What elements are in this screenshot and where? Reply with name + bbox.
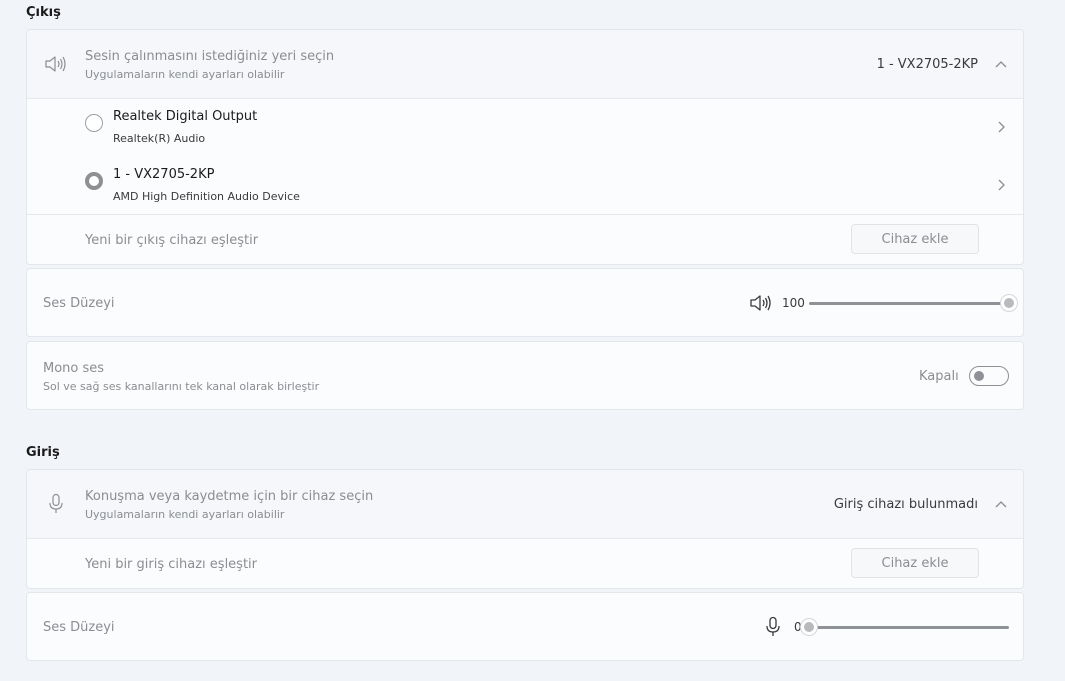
input-volume-card: Ses Düzeyi 0 xyxy=(26,592,1024,661)
input-device-picker[interactable]: Konuşma veya kaydetme için bir cihaz seç… xyxy=(27,470,1023,538)
chevron-right-icon[interactable] xyxy=(995,121,1007,133)
device-radio[interactable] xyxy=(85,114,103,132)
input-device-card: Konuşma veya kaydetme için bir cihaz seç… xyxy=(26,469,1024,589)
mono-audio-subtitle: Sol ve sağ ses kanallarını tek kanal ola… xyxy=(43,380,320,393)
add-output-device-button[interactable]: Cihaz ekle xyxy=(851,224,979,254)
output-volume-label: Ses Düzeyi xyxy=(43,296,115,311)
microphone-icon xyxy=(49,493,63,513)
speaker-icon xyxy=(45,56,66,72)
output-volume-value: 100 xyxy=(782,296,805,310)
output-device-picker[interactable]: Sesin çalınmasını istediğiniz yeri seçin… xyxy=(27,30,1023,98)
output-section-title: Çıkış xyxy=(26,5,61,20)
device-name: 1 - VX2705-2KP xyxy=(113,167,215,182)
input-picker-title: Konuşma veya kaydetme için bir cihaz seç… xyxy=(85,489,374,504)
input-picker-subtitle: Uygulamaların kendi ayarları olabilir xyxy=(85,508,285,521)
mono-audio-state: Kapalı xyxy=(919,369,959,384)
mono-audio-toggle[interactable] xyxy=(969,366,1009,386)
chevron-up-icon[interactable] xyxy=(995,59,1007,71)
pair-output-label: Yeni bir çıkış cihazı eşleştir xyxy=(85,233,259,248)
chevron-right-icon[interactable] xyxy=(995,179,1007,191)
output-selected-device: 1 - VX2705-2KP xyxy=(876,57,978,72)
slider-track[interactable] xyxy=(809,302,1009,305)
pair-output-row: Yeni bir çıkış cihazı eşleştir Cihaz ekl… xyxy=(27,215,1023,264)
device-name: Realtek Digital Output xyxy=(113,109,258,124)
input-section-title: Giriş xyxy=(26,445,60,460)
add-input-device-button[interactable]: Cihaz ekle xyxy=(851,548,979,578)
slider-thumb[interactable] xyxy=(800,618,818,636)
device-detail: Realtek(R) Audio xyxy=(113,132,206,145)
slider-track[interactable] xyxy=(809,626,1009,629)
pair-input-row: Yeni bir giriş cihazı eşleştir Cihaz ekl… xyxy=(27,539,1023,588)
pair-input-label: Yeni bir giriş cihazı eşleştir xyxy=(85,557,258,572)
output-device-item[interactable]: Realtek Digital Output Realtek(R) Audio xyxy=(27,99,1023,157)
output-device-item[interactable]: 1 - VX2705-2KP AMD High Definition Audio… xyxy=(27,157,1023,214)
mono-audio-title: Mono ses xyxy=(43,361,105,376)
slider-thumb[interactable] xyxy=(1000,294,1018,312)
chevron-up-icon[interactable] xyxy=(995,499,1007,511)
input-volume-label: Ses Düzeyi xyxy=(43,620,115,635)
output-picker-subtitle: Uygulamaların kendi ayarları olabilir xyxy=(85,68,285,81)
device-detail: AMD High Definition Audio Device xyxy=(113,190,300,203)
microphone-icon[interactable] xyxy=(765,616,781,638)
output-device-card: Sesin çalınmasını istediğiniz yeri seçin… xyxy=(26,29,1024,265)
output-volume-card: Ses Düzeyi 100 xyxy=(26,268,1024,337)
speaker-icon[interactable] xyxy=(749,294,771,312)
input-selected-device: Giriş cihazı bulunmadı xyxy=(833,497,978,512)
output-picker-title: Sesin çalınmasını istediğiniz yeri seçin xyxy=(85,49,335,64)
mono-audio-card: Mono ses Sol ve sağ ses kanallarını tek … xyxy=(26,341,1024,410)
toggle-knob xyxy=(974,371,984,381)
device-radio-selected[interactable] xyxy=(85,172,103,190)
